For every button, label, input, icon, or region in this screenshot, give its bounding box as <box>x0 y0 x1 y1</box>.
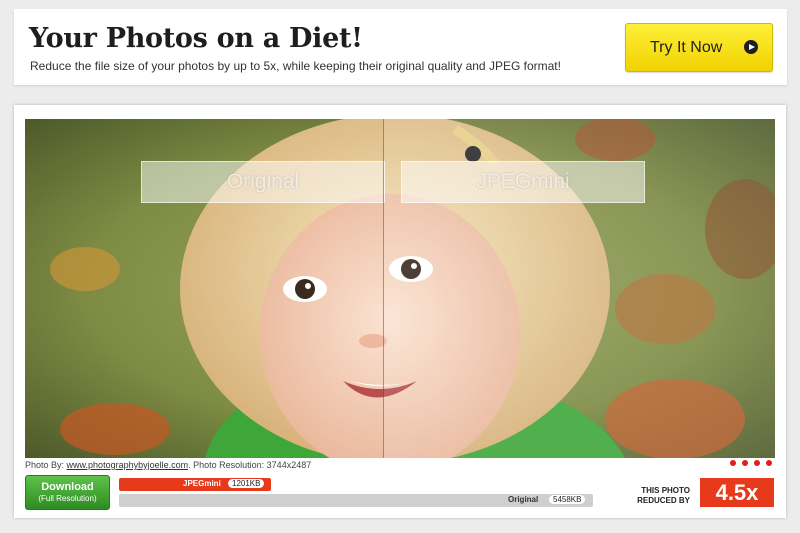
page-title: Your Photos on a Diet! <box>29 23 363 54</box>
comparison-panel: Original JPEGmini Photo By: www.photogra… <box>14 105 786 518</box>
page-subtitle: Reduce the file size of your photos by u… <box>30 59 561 73</box>
carousel-dot[interactable] <box>754 460 760 466</box>
child-photo-illustration <box>25 119 775 458</box>
download-sub-label: (Full Resolution) <box>38 494 97 503</box>
download-button[interactable]: Download (Full Resolution) <box>25 475 110 510</box>
credit-link[interactable]: www.photographybyjoelle.com <box>67 460 189 470</box>
header-banner: Your Photos on a Diet! Reduce the file s… <box>14 9 787 85</box>
original-size-badge: 5458KB <box>549 495 586 504</box>
carousel-dot[interactable] <box>730 460 736 466</box>
try-it-now-label: Try It Now <box>650 39 723 56</box>
jpegmini-bar-label: JPEGmini <box>183 479 221 488</box>
carousel-dot[interactable] <box>766 460 772 466</box>
original-bar-label: Original <box>508 495 539 504</box>
jpegmini-size-badge: 1201KB <box>228 479 265 488</box>
try-it-now-button[interactable]: Try It Now <box>625 23 773 72</box>
comparison-divider-handle[interactable] <box>383 119 384 458</box>
download-label: Download <box>41 481 94 493</box>
reduction-caption-line1: THIS PHOTO <box>641 486 690 495</box>
reduction-caption: THIS PHOTO REDUCED BY <box>626 486 690 506</box>
jpegmini-size-bar: JPEGmini 1201KB <box>119 478 271 491</box>
carousel-dots <box>730 460 772 466</box>
photo-credit: Photo By: www.photographybyjoelle.com. P… <box>25 460 311 470</box>
original-label: Original <box>141 161 385 203</box>
original-size-bar: Original 5458KB <box>119 494 593 507</box>
jpegmini-label: JPEGmini <box>401 161 645 203</box>
play-circle-icon <box>744 40 758 54</box>
comparison-photo[interactable]: Original JPEGmini <box>25 119 775 458</box>
credit-resolution: . Photo Resolution: 3744x2487 <box>188 460 312 470</box>
carousel-dot[interactable] <box>742 460 748 466</box>
reduction-ratio: 4.5x <box>700 478 774 507</box>
reduction-caption-line2: REDUCED BY <box>637 496 690 505</box>
credit-prefix: Photo By: <box>25 460 65 470</box>
